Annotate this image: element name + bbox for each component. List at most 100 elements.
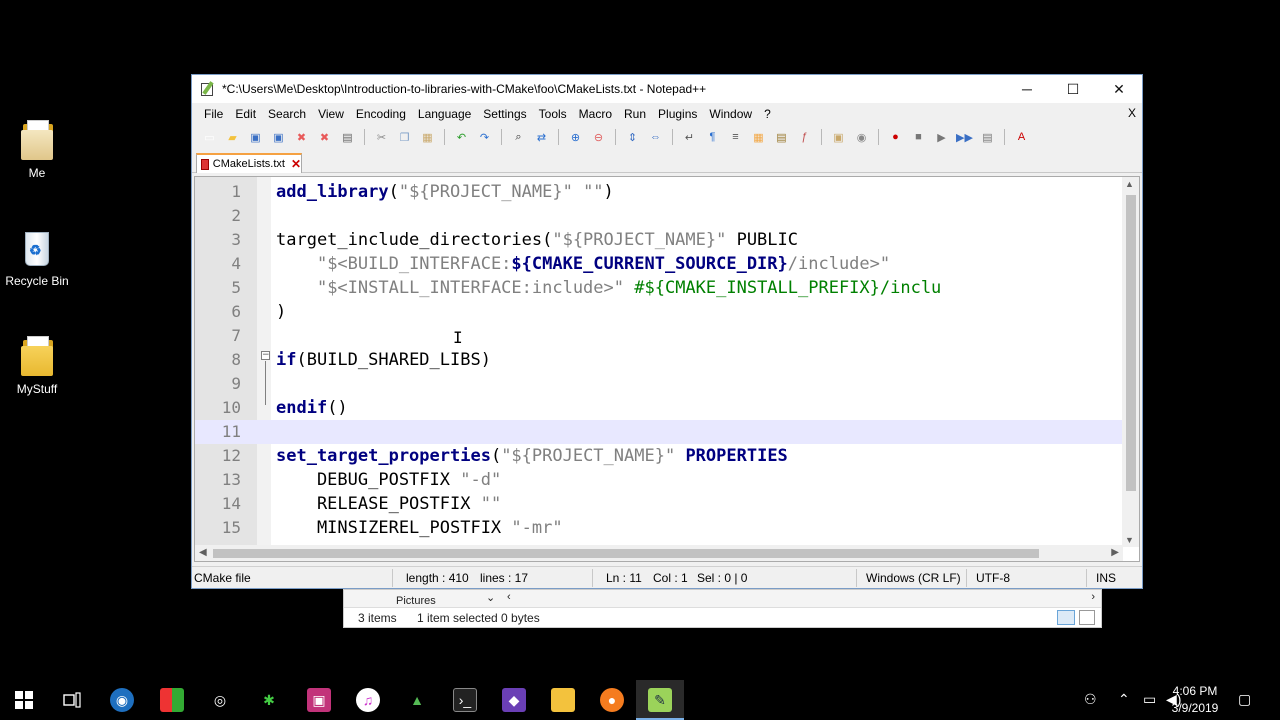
windows-start-icon[interactable] [12, 688, 36, 712]
save-macro-icon[interactable]: ▤ [978, 129, 997, 146]
menu-item-view[interactable]: View [312, 107, 350, 121]
find-icon[interactable]: ⌕ [509, 129, 528, 146]
scroll-down-icon[interactable]: ▼ [1125, 535, 1134, 545]
code-area[interactable]: 1 add_library("${PROJECT_NAME}" "") 2 3 targ… [195, 180, 1123, 540]
horizontal-scrollbar[interactable]: ◀ ▶ [195, 545, 1123, 561]
code-line[interactable]: 8 if(BUILD_SHARED_LIBS) [195, 348, 1123, 372]
code-line[interactable]: 9 [195, 372, 1123, 396]
chevron-down-icon[interactable]: ⌄ [486, 591, 495, 604]
code-line[interactable]: 14 RELEASE_POSTFIX "" [195, 492, 1123, 516]
people-icon[interactable]: ⚇ [1084, 691, 1097, 708]
media-app-icon[interactable]: ▣ [307, 688, 331, 712]
notepadpp-taskbar-icon[interactable]: ✎ [648, 688, 672, 712]
code-line[interactable]: 5 "$<INSTALL_INTERFACE:include>" #${CMAK… [195, 276, 1123, 300]
triangle-app-icon[interactable]: ▲ [405, 688, 429, 712]
menu-item-file[interactable]: File [198, 107, 229, 121]
scroll-thumb[interactable] [213, 549, 1039, 558]
web-browser-icon[interactable]: ◉ [110, 688, 134, 712]
save-icon[interactable]: ▣ [246, 129, 265, 146]
copy-icon[interactable]: ❐ [395, 129, 414, 146]
print-icon[interactable]: ▤ [338, 129, 357, 146]
zoom-out-icon[interactable]: ⊖ [589, 129, 608, 146]
menu-item-settings[interactable]: Settings [477, 107, 532, 121]
desktop-icon-mystuff[interactable]: MyStuff [0, 336, 74, 396]
code-line[interactable]: 7 [195, 324, 1123, 348]
file-explorer-icon[interactable] [551, 688, 575, 712]
menu-item-encoding[interactable]: Encoding [350, 107, 412, 121]
title-bar[interactable]: *C:\Users\Me\Desktop\Introduction-to-lib… [192, 75, 1142, 103]
code-line[interactable]: 10 endif() [195, 396, 1123, 420]
menu-item-help[interactable]: ? [758, 107, 777, 121]
firefox-icon[interactable]: ● [600, 688, 624, 712]
store-icon[interactable] [160, 688, 184, 712]
folder-label[interactable]: Pictures [396, 595, 436, 607]
code-line[interactable]: 11 [195, 420, 1123, 444]
show-all-chars-icon[interactable]: ¶ [703, 129, 722, 146]
code-line[interactable]: 12 set_target_properties("${PROJECT_NAME}… [195, 444, 1123, 468]
menu-item-edit[interactable]: Edit [229, 107, 262, 121]
record-macro-icon[interactable]: ● [886, 129, 905, 146]
paste-icon[interactable]: ▦ [418, 129, 437, 146]
desktop-icon-recycle-bin[interactable]: ♻ Recycle Bin [0, 228, 74, 288]
tab-cmakelists[interactable]: CMakeLists.txt ✕ [196, 153, 302, 173]
scroll-left-icon[interactable]: ‹ [507, 591, 511, 603]
zoom-in-icon[interactable]: ⊕ [566, 129, 585, 146]
indent-guide-icon[interactable]: ≡ [726, 129, 745, 146]
code-line[interactable]: 3 target_include_directories("${PROJECT_N… [195, 228, 1123, 252]
word-wrap-icon[interactable]: ↵ [680, 129, 699, 146]
code-editor[interactable]: 1 add_library("${PROJECT_NAME}" "") 2 3 targ… [194, 176, 1140, 562]
tool-icon[interactable]: ◎ [208, 688, 232, 712]
monitoring-icon[interactable]: ◉ [852, 129, 871, 146]
minimize-button[interactable]: ─ [1004, 75, 1050, 103]
fold-toggle-icon[interactable]: − [261, 351, 270, 360]
notifications-icon[interactable]: ▢ [1238, 691, 1251, 708]
menu-item-tools[interactable]: Tools [533, 107, 573, 121]
run-macro-multiple-icon[interactable]: ▶▶ [955, 129, 974, 146]
maximize-button[interactable]: ☐ [1050, 75, 1096, 103]
code-line[interactable]: 1 add_library("${PROJECT_NAME}" "") [195, 180, 1123, 204]
menu-item-run[interactable]: Run [618, 107, 652, 121]
visual-studio-icon[interactable]: ◆ [502, 688, 526, 712]
scroll-thumb[interactable] [1126, 195, 1136, 491]
network-icon[interactable]: ▭ [1143, 691, 1156, 708]
desktop-icon-me[interactable]: Me [0, 120, 74, 180]
code-line[interactable]: 2 [195, 204, 1123, 228]
code-line[interactable]: 13 DEBUG_POSTFIX "-d" [195, 468, 1123, 492]
save-all-icon[interactable]: ▣ [269, 129, 288, 146]
doc-map-icon[interactable]: ▤ [772, 129, 791, 146]
sync-v-icon[interactable]: ⇕ [623, 129, 642, 146]
redo-icon[interactable]: ↷ [475, 129, 494, 146]
chevron-up-icon[interactable]: ⌃ [1118, 691, 1130, 708]
tools-icon[interactable]: ✱ [257, 688, 281, 712]
terminal-icon[interactable]: ›_ [453, 688, 477, 712]
code-line[interactable]: 15 MINSIZEREL_POSTFIX "-mr" [195, 516, 1123, 540]
code-line[interactable]: 4 "$<BUILD_INTERFACE:${CMAKE_CURRENT_SOU… [195, 252, 1123, 276]
folder-workspace-icon[interactable]: ▣ [829, 129, 848, 146]
new-file-icon[interactable]: ▭ [200, 129, 219, 146]
scroll-left-icon[interactable]: ◀ [199, 547, 207, 558]
scroll-right-icon[interactable]: ▶ [1111, 547, 1119, 558]
close-button[interactable]: ✕ [1096, 75, 1142, 103]
scroll-right-icon[interactable]: › [1091, 591, 1095, 603]
vertical-scrollbar[interactable]: ▲ ▼ [1122, 177, 1139, 547]
task-view-icon[interactable] [60, 688, 84, 712]
details-view-icon[interactable] [1057, 610, 1075, 625]
function-list-icon[interactable]: ƒ [795, 129, 814, 146]
sync-h-icon[interactable]: ⇔ [646, 129, 665, 146]
open-file-icon[interactable]: ▰ [223, 129, 242, 146]
notepadpp-app-icon[interactable] [200, 81, 216, 97]
replace-icon[interactable]: ⇄ [532, 129, 551, 146]
menu-item-window[interactable]: Window [703, 107, 758, 121]
play-macro-icon[interactable]: ▶ [932, 129, 951, 146]
scroll-up-icon[interactable]: ▲ [1125, 179, 1134, 189]
large-icons-view-icon[interactable] [1079, 610, 1095, 625]
stop-macro-icon[interactable]: ■ [909, 129, 928, 146]
close-document-button[interactable]: X [1128, 106, 1136, 120]
undo-icon[interactable]: ↶ [452, 129, 471, 146]
close-all-icon[interactable]: ✖ [315, 129, 334, 146]
cut-icon[interactable]: ✂ [372, 129, 391, 146]
menu-item-language[interactable]: Language [412, 107, 477, 121]
clock[interactable]: 4:06 PM 3/9/2019 [1160, 683, 1230, 717]
spell-check-icon[interactable]: A [1012, 129, 1031, 146]
tab-close-icon[interactable]: ✕ [291, 157, 301, 171]
